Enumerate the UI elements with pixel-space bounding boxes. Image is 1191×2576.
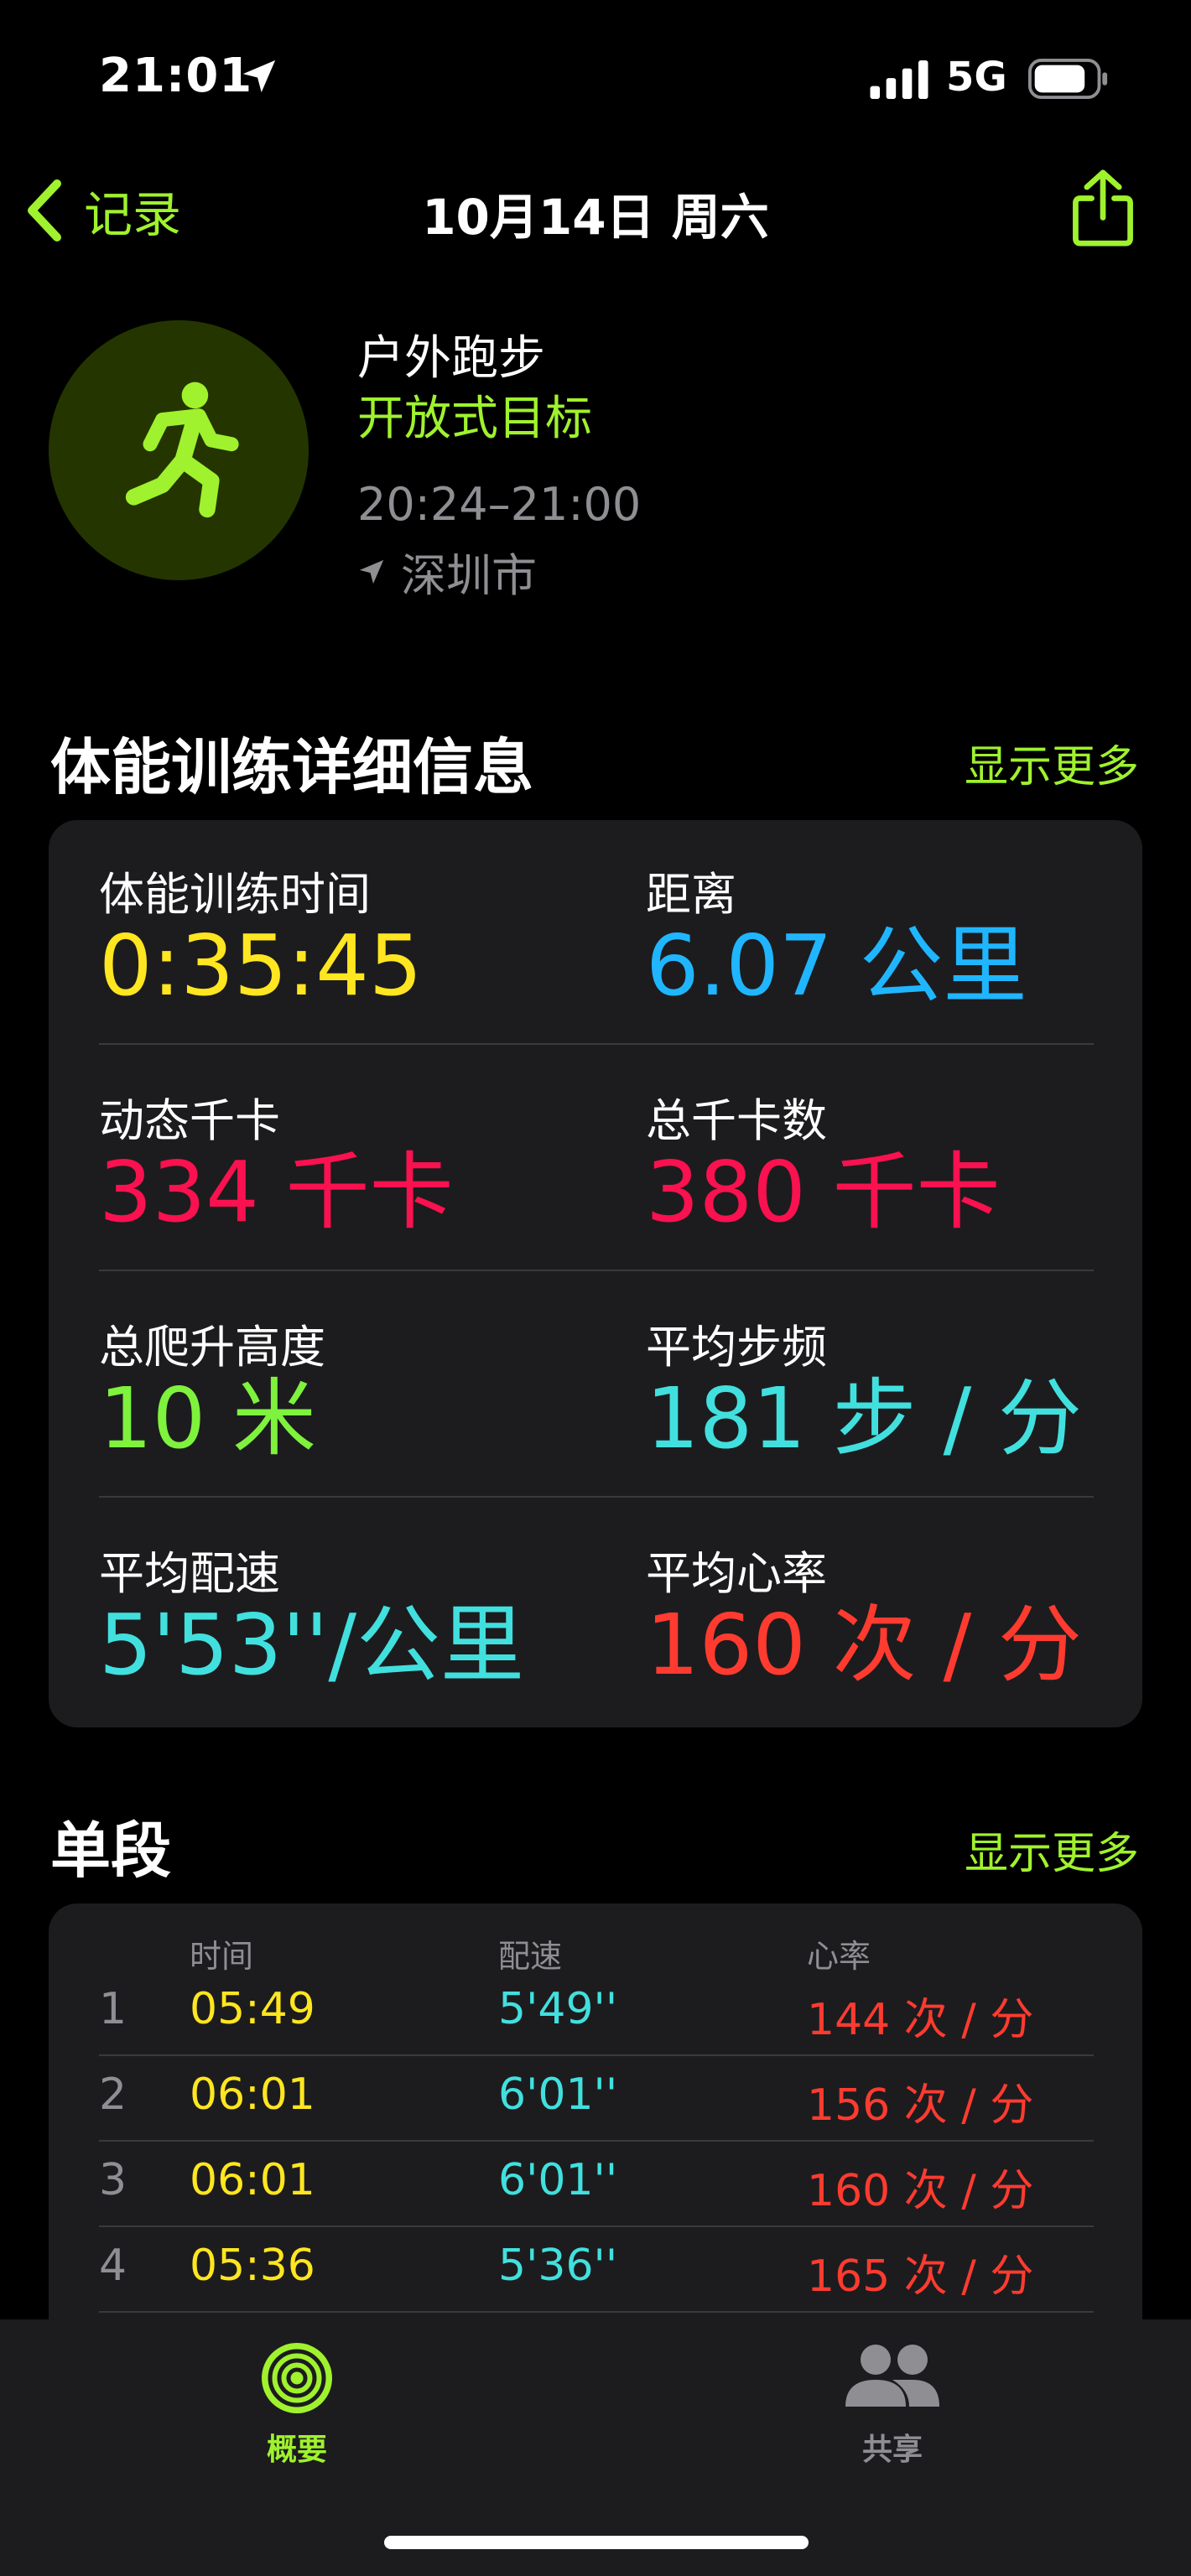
metric-label-active-calories: 动态千卡 bbox=[99, 1094, 280, 1147]
running-figure-icon bbox=[125, 382, 239, 518]
tab-sharing-label: 共享 bbox=[861, 2433, 923, 2467]
split-index: 4 bbox=[99, 2241, 127, 2291]
activity-rings-icon bbox=[262, 2343, 332, 2413]
divider bbox=[99, 2225, 1094, 2227]
splits-header-pace: 配速 bbox=[498, 1938, 563, 1975]
split-index: 3 bbox=[99, 2155, 127, 2205]
split-heart-rate: 156 次 / 分 bbox=[807, 2080, 1034, 2131]
split-heart-rate: 165 次 / 分 bbox=[807, 2251, 1034, 2302]
split-time: 06:01 bbox=[190, 2070, 315, 2120]
split-heart-rate: 144 次 / 分 bbox=[807, 1995, 1034, 2045]
network-type: 5G bbox=[946, 54, 1007, 101]
split-heart-rate: 160 次 / 分 bbox=[807, 2166, 1034, 2216]
splits-section-title: 单段 bbox=[50, 1815, 172, 1886]
location-label: 深圳市 bbox=[401, 549, 537, 602]
split-time: 05:36 bbox=[190, 2241, 315, 2291]
split-pace: 6'01'' bbox=[498, 2155, 618, 2205]
split-time: 06:01 bbox=[190, 2155, 315, 2205]
splits-show-more-link[interactable]: 显示更多 bbox=[965, 1818, 1139, 1881]
splits-header-time: 时间 bbox=[190, 1938, 254, 1975]
cellular-signal-icon bbox=[870, 60, 928, 99]
metric-value-total-calories: 380 千卡 bbox=[646, 1143, 1001, 1241]
people-icon bbox=[845, 2345, 939, 2407]
tab-summary[interactable]: 概要 bbox=[205, 2340, 389, 2469]
divider bbox=[99, 2311, 1094, 2313]
details-show-more-link[interactable]: 显示更多 bbox=[965, 731, 1139, 794]
metric-label-distance: 距离 bbox=[646, 868, 736, 921]
divider bbox=[99, 2140, 1094, 2142]
divider bbox=[99, 1270, 1094, 1271]
metric-label-cadence: 平均步频 bbox=[646, 1321, 827, 1374]
split-pace: 5'36'' bbox=[498, 2241, 618, 2291]
split-pace: 6'01'' bbox=[498, 2070, 618, 2120]
metric-value-elevation: 10 米 bbox=[99, 1369, 317, 1467]
tab-summary-label: 概要 bbox=[266, 2433, 327, 2467]
split-index: 2 bbox=[99, 2070, 127, 2120]
divider bbox=[99, 2054, 1094, 2056]
metric-label-total-calories: 总千卡数 bbox=[646, 1094, 827, 1147]
split-index: 1 bbox=[99, 1984, 127, 2034]
metric-value-active-calories: 334 千卡 bbox=[99, 1143, 454, 1241]
metric-label-elevation: 总爬升高度 bbox=[99, 1321, 325, 1374]
tab-sharing[interactable]: 共享 bbox=[800, 2340, 985, 2469]
location-arrow-icon bbox=[242, 60, 276, 93]
splits-header-heart: 心率 bbox=[807, 1938, 871, 1975]
page-title: 10月14日 周六 bbox=[422, 189, 769, 246]
split-time: 05:49 bbox=[190, 1984, 315, 2034]
location-arrow-icon bbox=[359, 559, 384, 584]
divider bbox=[99, 1043, 1094, 1045]
metric-label-heart-rate: 平均心率 bbox=[646, 1547, 827, 1600]
metric-value-heart-rate: 160 次 / 分 bbox=[646, 1596, 1082, 1694]
workout-type: 户外跑步 bbox=[357, 331, 545, 386]
share-icon[interactable] bbox=[1070, 169, 1136, 247]
divider bbox=[99, 1496, 1094, 1498]
metric-value-distance: 6.07 公里 bbox=[646, 917, 1027, 1015]
metric-label-duration: 体能训练时间 bbox=[99, 868, 371, 921]
status-time: 21:01 bbox=[99, 49, 253, 103]
home-indicator[interactable] bbox=[384, 2536, 809, 2549]
workout-location: 深圳市 bbox=[357, 538, 537, 605]
workout-time-range: 20:24–21:00 bbox=[357, 478, 642, 531]
details-section-title: 体能训练详细信息 bbox=[50, 732, 534, 802]
metric-label-pace: 平均配速 bbox=[99, 1547, 280, 1600]
metric-value-pace: 5'53''/公里 bbox=[99, 1596, 525, 1694]
metric-value-cadence: 181 步 / 分 bbox=[646, 1369, 1082, 1467]
battery-icon bbox=[1028, 59, 1108, 99]
workout-goal: 开放式目标 bbox=[357, 392, 592, 446]
workout-icon-badge bbox=[49, 320, 309, 580]
split-pace: 5'49'' bbox=[498, 1984, 618, 2034]
metric-value-duration: 0:35:45 bbox=[99, 917, 423, 1015]
